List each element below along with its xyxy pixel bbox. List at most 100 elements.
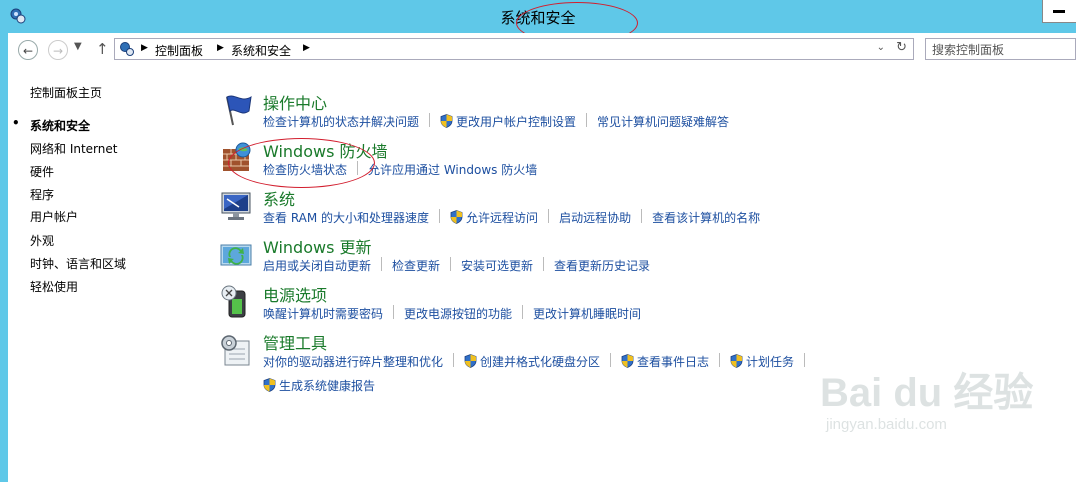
link-divider: [357, 161, 359, 175]
navigation-bar: ← → ▼ ↑ ▶ 控制面板 ▶ 系统和安全 ▶ ⌄ ↻: [8, 33, 1076, 65]
link-check-firewall[interactable]: 检查防火墙状态: [263, 161, 347, 178]
uac-shield-icon: [621, 354, 634, 368]
link-wake-password[interactable]: 唤醒计算机时需要密码: [263, 305, 383, 322]
address-bar[interactable]: ▶ 控制面板 ▶ 系统和安全 ▶ ⌄ ↻: [114, 38, 914, 60]
link-optional-updates[interactable]: 安装可选更新: [461, 257, 533, 274]
up-button[interactable]: ↑: [96, 40, 109, 58]
link-divider: [439, 209, 441, 223]
category-title[interactable]: 管理工具: [263, 330, 327, 354]
link-sleep-time[interactable]: 更改计算机睡眠时间: [533, 305, 641, 322]
system-monitor-icon: [221, 192, 251, 220]
link-divider: [450, 257, 452, 271]
refresh-button[interactable]: ↻: [896, 40, 907, 55]
category-title[interactable]: 电源选项: [263, 282, 327, 306]
sidebar-item-label: 系统和安全: [30, 119, 91, 133]
baidu-jingyan-watermark: Bai du 经验 jingyan.baidu.com: [820, 330, 1060, 440]
link-format-partition[interactable]: 创建并格式化硬盘分区: [464, 353, 600, 370]
link-power-button[interactable]: 更改电源按钮的功能: [404, 305, 512, 322]
window-title: 系统和安全: [500, 9, 576, 27]
address-dropdown[interactable]: ⌄: [877, 42, 885, 53]
current-item-bullet: •: [12, 116, 20, 130]
minimize-icon: [1053, 10, 1065, 13]
link-divider: [719, 353, 721, 367]
link-divider: [641, 209, 643, 223]
link-divider: [393, 305, 395, 319]
link-divider: [804, 353, 806, 367]
sidebar-item-home[interactable]: 控制面板主页: [30, 84, 102, 101]
sidebar-item-network[interactable]: 网络和 Internet: [30, 140, 117, 157]
link-divider: [429, 113, 431, 127]
breadcrumb-separator[interactable]: ▶: [217, 43, 224, 53]
breadcrumb-control-panel[interactable]: 控制面板: [155, 42, 203, 59]
sidebar-item-clock-region[interactable]: 时钟、语言和区域: [30, 255, 126, 272]
breadcrumb-separator[interactable]: ▶: [303, 43, 310, 53]
uac-shield-icon: [730, 354, 743, 368]
category-links: 查看 RAM 的大小和处理器速度 允许远程访问 启动远程协助 查看该计算机的名称: [263, 209, 760, 226]
category-links: 唤醒计算机时需要密码 更改电源按钮的功能 更改计算机睡眠时间: [263, 305, 641, 322]
link-auto-update[interactable]: 启用或关闭自动更新: [263, 257, 371, 274]
link-divider: [543, 257, 545, 271]
breadcrumb-separator[interactable]: ▶: [141, 43, 148, 53]
category-title[interactable]: 操作中心: [263, 90, 327, 114]
chevron-down-icon: ▼: [74, 41, 82, 52]
link-troubleshoot[interactable]: 常见计算机问题疑难解答: [597, 113, 729, 130]
link-event-logs[interactable]: 查看事件日志: [621, 353, 709, 370]
control-panel-icon: [120, 42, 134, 56]
link-divider: [453, 353, 455, 367]
sidebar-item-user-accounts[interactable]: 用户帐户: [30, 208, 78, 225]
category-title[interactable]: 系统: [263, 186, 295, 210]
watermark-logo: Bai du 经验: [820, 371, 1034, 415]
category-title[interactable]: Windows 更新: [263, 234, 372, 258]
category-links: 启用或关闭自动更新 检查更新 安装可选更新 查看更新历史记录: [263, 257, 650, 274]
control-panel-window: 系统和安全 ← → ▼ ↑ ▶ 控制面板 ▶ 系统和安全 ▶ ⌄ ↻ 搜索控制面…: [0, 0, 1076, 482]
title-bar[interactable]: 系统和安全: [0, 0, 1076, 44]
link-check-updates[interactable]: 检查更新: [392, 257, 440, 274]
forward-button[interactable]: →: [48, 40, 68, 60]
action-center-flag-icon: [226, 95, 252, 126]
link-computer-name[interactable]: 查看该计算机的名称: [652, 209, 760, 226]
link-view-ram[interactable]: 查看 RAM 的大小和处理器速度: [263, 209, 429, 226]
category-links: 检查防火墙状态 允许应用通过 Windows 防火墙: [263, 161, 537, 178]
link-update-history[interactable]: 查看更新历史记录: [554, 257, 650, 274]
link-divider: [381, 257, 383, 271]
link-defragment[interactable]: 对你的驱动器进行碎片整理和优化: [263, 353, 443, 370]
firewall-icon: [223, 142, 251, 171]
category-title[interactable]: Windows 防火墙: [263, 138, 388, 162]
forward-arrow-icon: →: [52, 44, 64, 58]
link-check-status[interactable]: 检查计算机的状态并解决问题: [263, 113, 419, 130]
back-arrow-icon: ←: [22, 44, 34, 58]
link-health-report[interactable]: 生成系统健康报告: [263, 378, 375, 393]
link-divider: [610, 353, 612, 367]
link-change-uac[interactable]: 更改用户帐户控制设置: [440, 113, 576, 130]
uac-shield-icon: [263, 378, 276, 392]
uac-shield-icon: [440, 114, 453, 128]
recent-locations-button[interactable]: ▼: [74, 41, 82, 52]
search-input[interactable]: [932, 41, 1072, 59]
sidebar-item-programs[interactable]: 程序: [30, 186, 54, 203]
uac-shield-icon: [450, 210, 463, 224]
power-options-icon: [221, 285, 246, 318]
link-allow-app[interactable]: 允许应用通过 Windows 防火墙: [368, 161, 537, 178]
link-allow-remote[interactable]: 允许远程访问: [450, 209, 538, 226]
link-divider: [586, 113, 588, 127]
link-remote-assist[interactable]: 启动远程协助: [559, 209, 631, 226]
windows-update-icon: [220, 244, 252, 266]
search-box[interactable]: [925, 38, 1076, 60]
watermark-url: jingyan.baidu.com: [826, 416, 947, 433]
back-button[interactable]: ←: [18, 40, 38, 60]
uac-shield-icon: [464, 354, 477, 368]
up-arrow-icon: ↑: [96, 40, 109, 58]
breadcrumb-system-security[interactable]: 系统和安全: [231, 42, 291, 59]
minimize-button[interactable]: [1042, 0, 1076, 23]
sidebar-item-appearance[interactable]: 外观: [30, 232, 54, 249]
link-schedule-tasks[interactable]: 计划任务: [730, 353, 794, 370]
chevron-down-icon: ⌄: [876, 42, 885, 53]
refresh-icon: ↻: [896, 40, 907, 55]
category-links: 对你的驱动器进行碎片整理和优化 创建并格式化硬盘分区 查看事件日志 计划任务: [263, 353, 815, 370]
category-links-row2: 生成系统健康报告: [263, 377, 375, 394]
link-divider: [548, 209, 550, 223]
sidebar-item-hardware[interactable]: 硬件: [30, 163, 54, 180]
sidebar-item-ease-of-access[interactable]: 轻松使用: [30, 278, 78, 295]
category-links: 检查计算机的状态并解决问题 更改用户帐户控制设置 常见计算机问题疑难解答: [263, 113, 729, 130]
sidebar-item-system-security[interactable]: • 系统和安全: [12, 116, 91, 134]
